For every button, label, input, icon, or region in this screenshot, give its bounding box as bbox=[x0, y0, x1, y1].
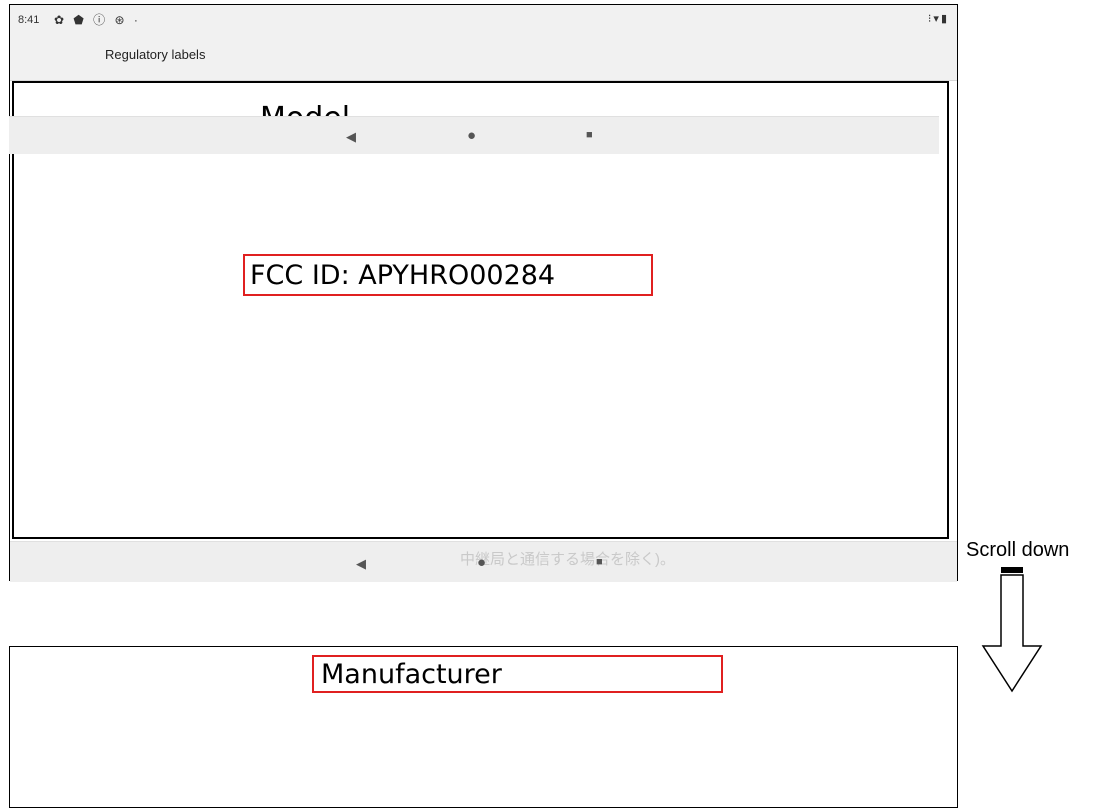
faded-overlay-text: 中継局と通信する場合を除く)。 bbox=[460, 551, 675, 568]
screen-model: 8:41 ✿ ⬟ ⓘ ⊛ · ⁝▾▮ Regulatory labels Mod… bbox=[9, 4, 958, 582]
home-icon[interactable]: ● bbox=[467, 127, 476, 144]
scroll-down-label: Scroll down bbox=[966, 539, 1070, 561]
fcc-id-text: FCC ID: APYHRO00284 bbox=[250, 260, 556, 291]
manufacturer-label: Manufacturer bbox=[321, 659, 502, 690]
navigation-bar: 中継局と通信する場合を除く)。 ◀ ● ■ bbox=[10, 541, 957, 582]
navigation-bar-2: ◀ ● ■ bbox=[9, 116, 939, 154]
screen-manufacturer: Manufacturer bbox=[9, 646, 958, 808]
app-bar: Regulatory labels bbox=[10, 32, 957, 81]
back-icon[interactable]: ◀ bbox=[356, 556, 366, 572]
recents-icon[interactable]: ■ bbox=[596, 556, 603, 568]
status-notification-icons: ✿ ⬟ ⓘ ⊛ · bbox=[54, 13, 141, 27]
status-bar: 8:41 ✿ ⬟ ⓘ ⊛ · ⁝▾▮ bbox=[10, 5, 957, 32]
home-icon[interactable]: ● bbox=[477, 554, 486, 571]
recents-icon[interactable]: ■ bbox=[586, 129, 593, 141]
scroll-down-arrow-icon bbox=[981, 567, 1043, 693]
status-time: 8:41 bbox=[18, 14, 40, 26]
status-system-icons: ⁝▾▮ bbox=[927, 13, 949, 25]
back-icon[interactable]: ◀ bbox=[346, 129, 356, 145]
manufacturer-highlight: Manufacturer bbox=[312, 655, 723, 693]
page-title: Regulatory labels bbox=[105, 47, 206, 62]
fcc-id-highlight: FCC ID: APYHRO00284 bbox=[243, 254, 653, 296]
